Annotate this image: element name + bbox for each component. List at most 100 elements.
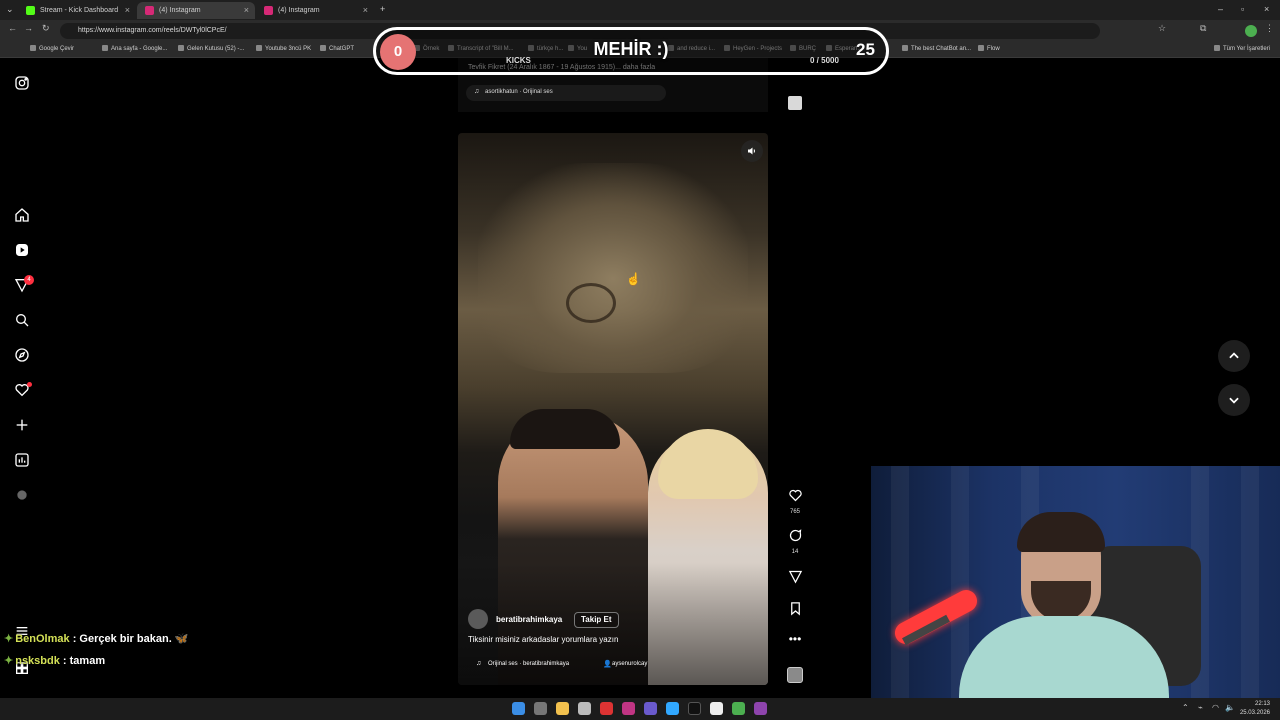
notification-dot: [27, 382, 32, 387]
browser-tab-bar: ⌄ Stream - Kick Dashboard × (4) Instagra…: [0, 0, 1280, 20]
comment-button[interactable]: 14: [786, 528, 804, 555]
tab-kick-dashboard[interactable]: Stream - Kick Dashboard ×: [18, 2, 136, 19]
chat-nick: nsksbdk: [15, 655, 60, 667]
chat-nick: BenOlmak: [15, 633, 70, 645]
reels-icon[interactable]: [13, 241, 31, 259]
tagged-username[interactable]: aysenurolcay: [612, 661, 647, 667]
bookmark-item[interactable]: Ana sayfa - Google...: [102, 45, 167, 52]
close-tab-icon[interactable]: ×: [244, 5, 249, 15]
close-tab-icon[interactable]: ×: [125, 5, 130, 15]
previous-reel-button[interactable]: [1218, 340, 1250, 372]
network-icon[interactable]: ⌁: [1198, 703, 1203, 712]
share-button[interactable]: [786, 569, 804, 589]
more-options-icon[interactable]: •••: [786, 633, 804, 645]
tab-search-icon[interactable]: ⌄: [6, 4, 14, 15]
dashboard-icon[interactable]: [13, 451, 31, 469]
chat-text: : tamam: [62, 655, 106, 667]
explore-icon[interactable]: [13, 346, 31, 364]
close-tab-icon[interactable]: ×: [363, 5, 368, 15]
webcam-scene: [1017, 512, 1105, 552]
previous-reel-audio[interactable]: ♫ asortikhatun · Orijinal ses: [466, 85, 666, 101]
tray-chevron-icon[interactable]: ⌃: [1182, 703, 1189, 712]
reel-audio-label[interactable]: Orijinal ses · beratibrahimkaya: [488, 661, 569, 667]
previous-audio-thumbnail[interactable]: [788, 96, 802, 110]
system-clock[interactable]: 22:13 25.03.2026: [1240, 700, 1270, 718]
home-icon[interactable]: [13, 206, 31, 224]
create-plus-icon[interactable]: [13, 416, 31, 434]
mouse-cursor-icon: ☝: [626, 272, 641, 286]
video-scene: [510, 409, 620, 449]
audio-thumbnail[interactable]: [787, 667, 803, 683]
search-icon[interactable]: [13, 311, 31, 329]
tab-instagram-active[interactable]: (4) Instagram ×: [137, 2, 255, 19]
chat-message: ✦ nsksbdk : tamam: [4, 654, 105, 667]
next-reel-button[interactable]: [1218, 384, 1250, 416]
volume-icon[interactable]: 🔈: [1225, 703, 1235, 712]
notification-badge: 4: [24, 275, 34, 285]
webcam-scene: [891, 466, 909, 698]
tab-instagram[interactable]: (4) Instagram ×: [256, 2, 374, 19]
bookmark-item[interactable]: ChatGPT: [320, 45, 354, 52]
profile-avatar[interactable]: [1245, 25, 1257, 37]
webcam-feed: [871, 466, 1280, 698]
bookmark-star-icon[interactable]: ☆: [1158, 23, 1166, 34]
tagged-user-icon: 👤: [603, 661, 612, 668]
goal-target: 25: [856, 40, 875, 59]
extensions-icon[interactable]: ⧉: [1200, 23, 1206, 34]
windows-taskbar: ⌃ ⌁ ◠ 🔈 22:13 25.03.2026: [0, 698, 1280, 720]
clock-time: 22:13: [1254, 701, 1270, 707]
video-scene: [478, 163, 748, 373]
save-button[interactable]: [786, 601, 804, 621]
wifi-icon[interactable]: ◠: [1212, 703, 1219, 712]
tiktok-icon[interactable]: [688, 702, 701, 715]
reel-author-avatar[interactable]: [468, 609, 488, 629]
instagram-favicon-icon: [264, 6, 273, 15]
tab-title: Stream - Kick Dashboard: [40, 7, 119, 14]
forward-icon[interactable]: →: [24, 23, 33, 33]
follow-button[interactable]: Takip Et: [574, 612, 619, 628]
bookmark-item[interactable]: The best ChatBot an...: [902, 45, 971, 52]
video-scene: [566, 283, 616, 323]
like-count: 765: [789, 509, 800, 515]
chat-badge-icon: ✦: [4, 633, 14, 645]
bookmark-item[interactable]: Flow: [978, 45, 1000, 52]
minimize-icon[interactable]: –: [1218, 4, 1223, 14]
video-scene: [658, 429, 758, 499]
reload-icon[interactable]: ↻: [42, 23, 50, 34]
app-icon[interactable]: [644, 702, 657, 715]
maximize-icon[interactable]: ▫: [1241, 4, 1244, 14]
all-bookmarks-folder[interactable]: Tüm Yer İşaretleri: [1214, 45, 1270, 52]
stream-goal-overlay: 0 MEHİR :) 25 KICKS 0 / 5000: [373, 27, 889, 75]
instagram-favicon-icon: [145, 6, 154, 15]
music-note-icon: ♫: [474, 88, 480, 95]
menu-icon[interactable]: ⋮: [1265, 23, 1274, 34]
file-explorer-icon[interactable]: [556, 702, 569, 715]
instagram-app-icon[interactable]: [622, 702, 635, 715]
app-icon[interactable]: [754, 702, 767, 715]
clock-date: 25.03.2026: [1239, 710, 1270, 716]
app-icon[interactable]: [578, 702, 591, 715]
previous-audio-label: asortikhatun · Orijinal ses: [485, 89, 553, 95]
like-button[interactable]: 765: [786, 488, 804, 515]
instagram-logo-icon[interactable]: [13, 74, 31, 92]
profile-avatar-icon[interactable]: [13, 486, 31, 504]
start-button-icon[interactable]: [512, 702, 525, 715]
chrome-icon[interactable]: [732, 702, 745, 715]
kick-favicon-icon: [26, 6, 35, 15]
back-icon[interactable]: ←: [8, 23, 17, 33]
close-window-icon[interactable]: ×: [1264, 4, 1269, 14]
audio-toggle-icon[interactable]: [741, 140, 763, 162]
app-icon[interactable]: [710, 702, 723, 715]
bookmark-item[interactable]: Google Çevir: [30, 45, 74, 52]
photoshop-icon[interactable]: [666, 702, 679, 715]
new-tab-button[interactable]: +: [380, 4, 385, 14]
kicks-progress: 0 / 5000: [810, 56, 839, 65]
app-icon[interactable]: [600, 702, 613, 715]
reel-video[interactable]: beratibrahimkaya Tiksinir misiniz arkada…: [458, 133, 768, 685]
task-view-icon[interactable]: [534, 702, 547, 715]
reel-author-username[interactable]: beratibrahimkaya: [496, 615, 562, 624]
chat-message: ✦ BenOlmak : Gerçek bir bakan. 🦋: [4, 632, 189, 645]
kicks-label: KICKS: [506, 56, 531, 65]
bookmark-item[interactable]: Gelen Kutusu (52) -...: [178, 45, 244, 52]
bookmark-item[interactable]: Youtube 3ncü PK: [256, 45, 311, 52]
